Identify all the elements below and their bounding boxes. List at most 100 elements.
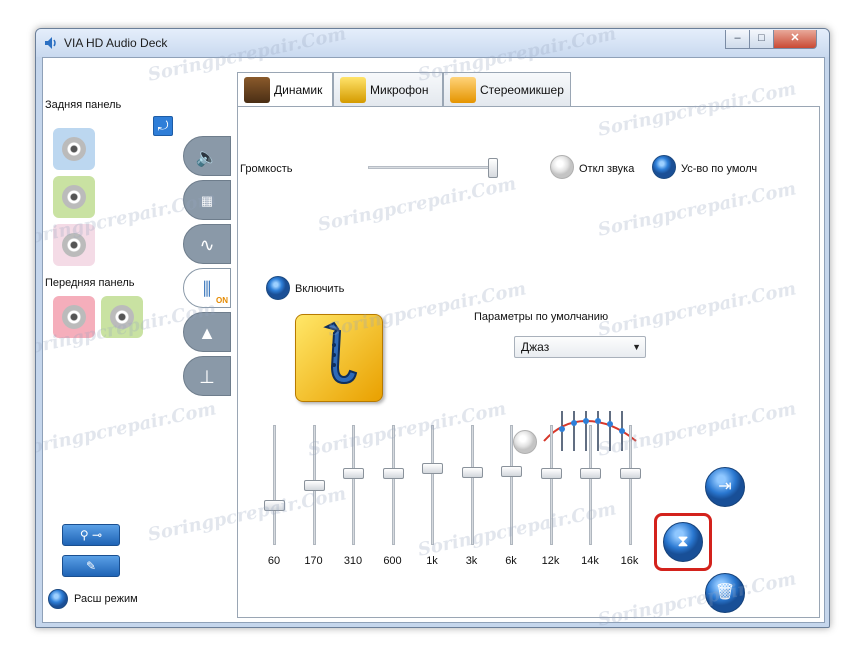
speakers-config-icon: ▦ bbox=[200, 193, 214, 208]
eq-slider-track bbox=[431, 425, 434, 545]
forest-icon: ▲ bbox=[198, 323, 216, 343]
jack-icon bbox=[62, 137, 86, 161]
eq-frequency-label: 14k bbox=[581, 555, 599, 567]
front-jack-green[interactable] bbox=[101, 296, 143, 338]
rear-jack-pink[interactable] bbox=[53, 224, 95, 266]
close-button[interactable]: ✕ bbox=[773, 30, 817, 49]
eq-band: 3k bbox=[457, 425, 487, 575]
volume-slider-track bbox=[368, 166, 498, 169]
tab-speaker[interactable]: Динамик bbox=[237, 72, 333, 108]
speakers-tab[interactable]: ▦ bbox=[183, 180, 231, 220]
volume-slider-thumb[interactable] bbox=[488, 158, 498, 178]
jack-icon bbox=[62, 305, 86, 329]
tab-stereo-mix-label: Стереомикшер bbox=[480, 83, 564, 97]
pen-icon: ✎ bbox=[85, 559, 97, 573]
title-bar: VIA HD Audio Deck – □ ✕ bbox=[36, 29, 829, 57]
environment-tab[interactable]: ▲ bbox=[183, 312, 231, 352]
volume-tab[interactable]: 🔈 bbox=[183, 136, 231, 176]
eq-band: 14k bbox=[575, 425, 605, 575]
rear-jack-blue[interactable] bbox=[53, 128, 95, 170]
info-button[interactable]: ✎ bbox=[62, 555, 120, 577]
tab-stereo-mix[interactable]: Стереомикшер bbox=[443, 72, 571, 106]
eq-frequency-label: 12k bbox=[541, 555, 560, 567]
window-title: VIA HD Audio Deck bbox=[64, 36, 168, 50]
eq-band: 6k bbox=[496, 425, 526, 575]
rear-panel-label: Задняя панель bbox=[45, 99, 122, 111]
app-window: VIA HD Audio Deck – □ ✕ Задняя панель ⤾ … bbox=[35, 28, 830, 628]
equalizer-icon: ⫼ bbox=[202, 279, 212, 299]
eq-frequency-label: 16k bbox=[620, 555, 639, 567]
jack-icon bbox=[62, 233, 86, 257]
plug-icon: ⚲ ⊸ bbox=[79, 528, 103, 542]
advanced-mode-label: Расш режим bbox=[74, 593, 138, 605]
eq-frequency-label: 60 bbox=[267, 555, 281, 567]
maximize-button[interactable]: □ bbox=[749, 30, 774, 49]
delete-preset-button[interactable]: 🗑 bbox=[705, 573, 745, 613]
eq-slider-thumb[interactable] bbox=[303, 480, 325, 491]
advanced-mode-radio[interactable] bbox=[48, 589, 68, 609]
preset-label: Параметры по умолчанию bbox=[474, 311, 609, 323]
equalizer-on-badge: ON bbox=[216, 296, 228, 305]
tab-speaker-label: Динамик bbox=[274, 83, 323, 97]
eq-slider-thumb[interactable] bbox=[501, 465, 522, 477]
minimize-button[interactable]: – bbox=[725, 30, 750, 49]
preset-select-value: Джаз bbox=[521, 340, 550, 354]
sidebar: Задняя панель ⤾ Передняя панель 🔈 ▦ ∿ ⫼ O… bbox=[43, 58, 231, 622]
eq-slider-track bbox=[470, 425, 474, 545]
equalizer-tab[interactable]: ⫼ ON bbox=[183, 268, 231, 308]
eq-slider-thumb[interactable] bbox=[580, 468, 601, 479]
eq-band: 12k bbox=[536, 425, 566, 575]
eq-frequency-label: 3k bbox=[465, 555, 478, 567]
save-icon: ⇥ bbox=[718, 478, 732, 495]
room-correction-tab[interactable]: ⊥ bbox=[183, 356, 231, 396]
chevron-down-icon: ▼ bbox=[632, 342, 641, 352]
app-icon bbox=[45, 37, 56, 49]
connector-settings-button[interactable]: ⚲ ⊸ bbox=[62, 524, 120, 546]
reset-equalizer-button[interactable]: ⧗ bbox=[663, 522, 703, 562]
speaker-panel: Громкость Откл звука Ус-во по умолч Вклю… bbox=[237, 106, 820, 618]
eq-slider-thumb[interactable] bbox=[422, 463, 443, 475]
eq-frequency-label: 600 bbox=[383, 555, 402, 567]
saxophone-icon bbox=[323, 321, 358, 385]
main-content: Динамик Микрофон Стереомикшер Громкость … bbox=[231, 58, 826, 622]
eq-slider-thumb[interactable] bbox=[461, 466, 483, 478]
eq-frequency-label: 1k bbox=[426, 555, 438, 567]
eq-slider-thumb[interactable] bbox=[343, 468, 364, 479]
eq-slider-track bbox=[391, 425, 395, 545]
eq-slider-track bbox=[273, 425, 276, 545]
music-notes-icon bbox=[450, 77, 476, 103]
front-panel-label: Передняя панель bbox=[45, 277, 135, 289]
jack-icon bbox=[110, 305, 134, 329]
mute-radio[interactable] bbox=[550, 155, 574, 179]
eq-band: 170 bbox=[299, 425, 329, 575]
eq-slider-track bbox=[589, 425, 592, 545]
room-person-icon: ⊥ bbox=[199, 367, 215, 387]
sine-wave-icon: ∿ bbox=[199, 235, 215, 255]
front-jack-pink[interactable] bbox=[53, 296, 95, 338]
eq-band: 310 bbox=[338, 425, 368, 575]
eq-slider-thumb[interactable] bbox=[264, 500, 285, 512]
eq-slider-track bbox=[549, 425, 553, 545]
mute-label: Откл звука bbox=[579, 163, 635, 175]
rear-jack-green[interactable] bbox=[53, 176, 95, 218]
reset-icon[interactable]: ⤾ bbox=[153, 116, 173, 136]
eq-slider-thumb[interactable] bbox=[540, 468, 562, 479]
eq-slider-thumb[interactable] bbox=[382, 468, 404, 479]
enable-equalizer-radio[interactable] bbox=[266, 276, 290, 300]
eq-slider-track bbox=[510, 425, 513, 545]
jazz-preset-image bbox=[295, 314, 383, 402]
eq-frequency-label: 310 bbox=[343, 555, 363, 567]
eq-frequency-label: 6k bbox=[505, 555, 517, 567]
eq-slider-thumb[interactable] bbox=[619, 468, 641, 479]
client-area: Задняя панель ⤾ Передняя панель 🔈 ▦ ∿ ⫼ O… bbox=[42, 57, 825, 623]
default-device-radio[interactable] bbox=[652, 155, 676, 179]
save-preset-button[interactable]: ⇥ bbox=[705, 467, 745, 507]
waveform-tab[interactable]: ∿ bbox=[183, 224, 231, 264]
tab-microphone[interactable]: Микрофон bbox=[333, 72, 443, 106]
jack-icon bbox=[62, 185, 86, 209]
eq-band: 1k bbox=[417, 425, 447, 575]
speaker-box-icon bbox=[244, 77, 270, 103]
eq-band: 60 bbox=[259, 425, 289, 575]
eq-band: 16k bbox=[615, 425, 645, 575]
preset-select[interactable]: Джаз ▼ bbox=[514, 336, 646, 358]
